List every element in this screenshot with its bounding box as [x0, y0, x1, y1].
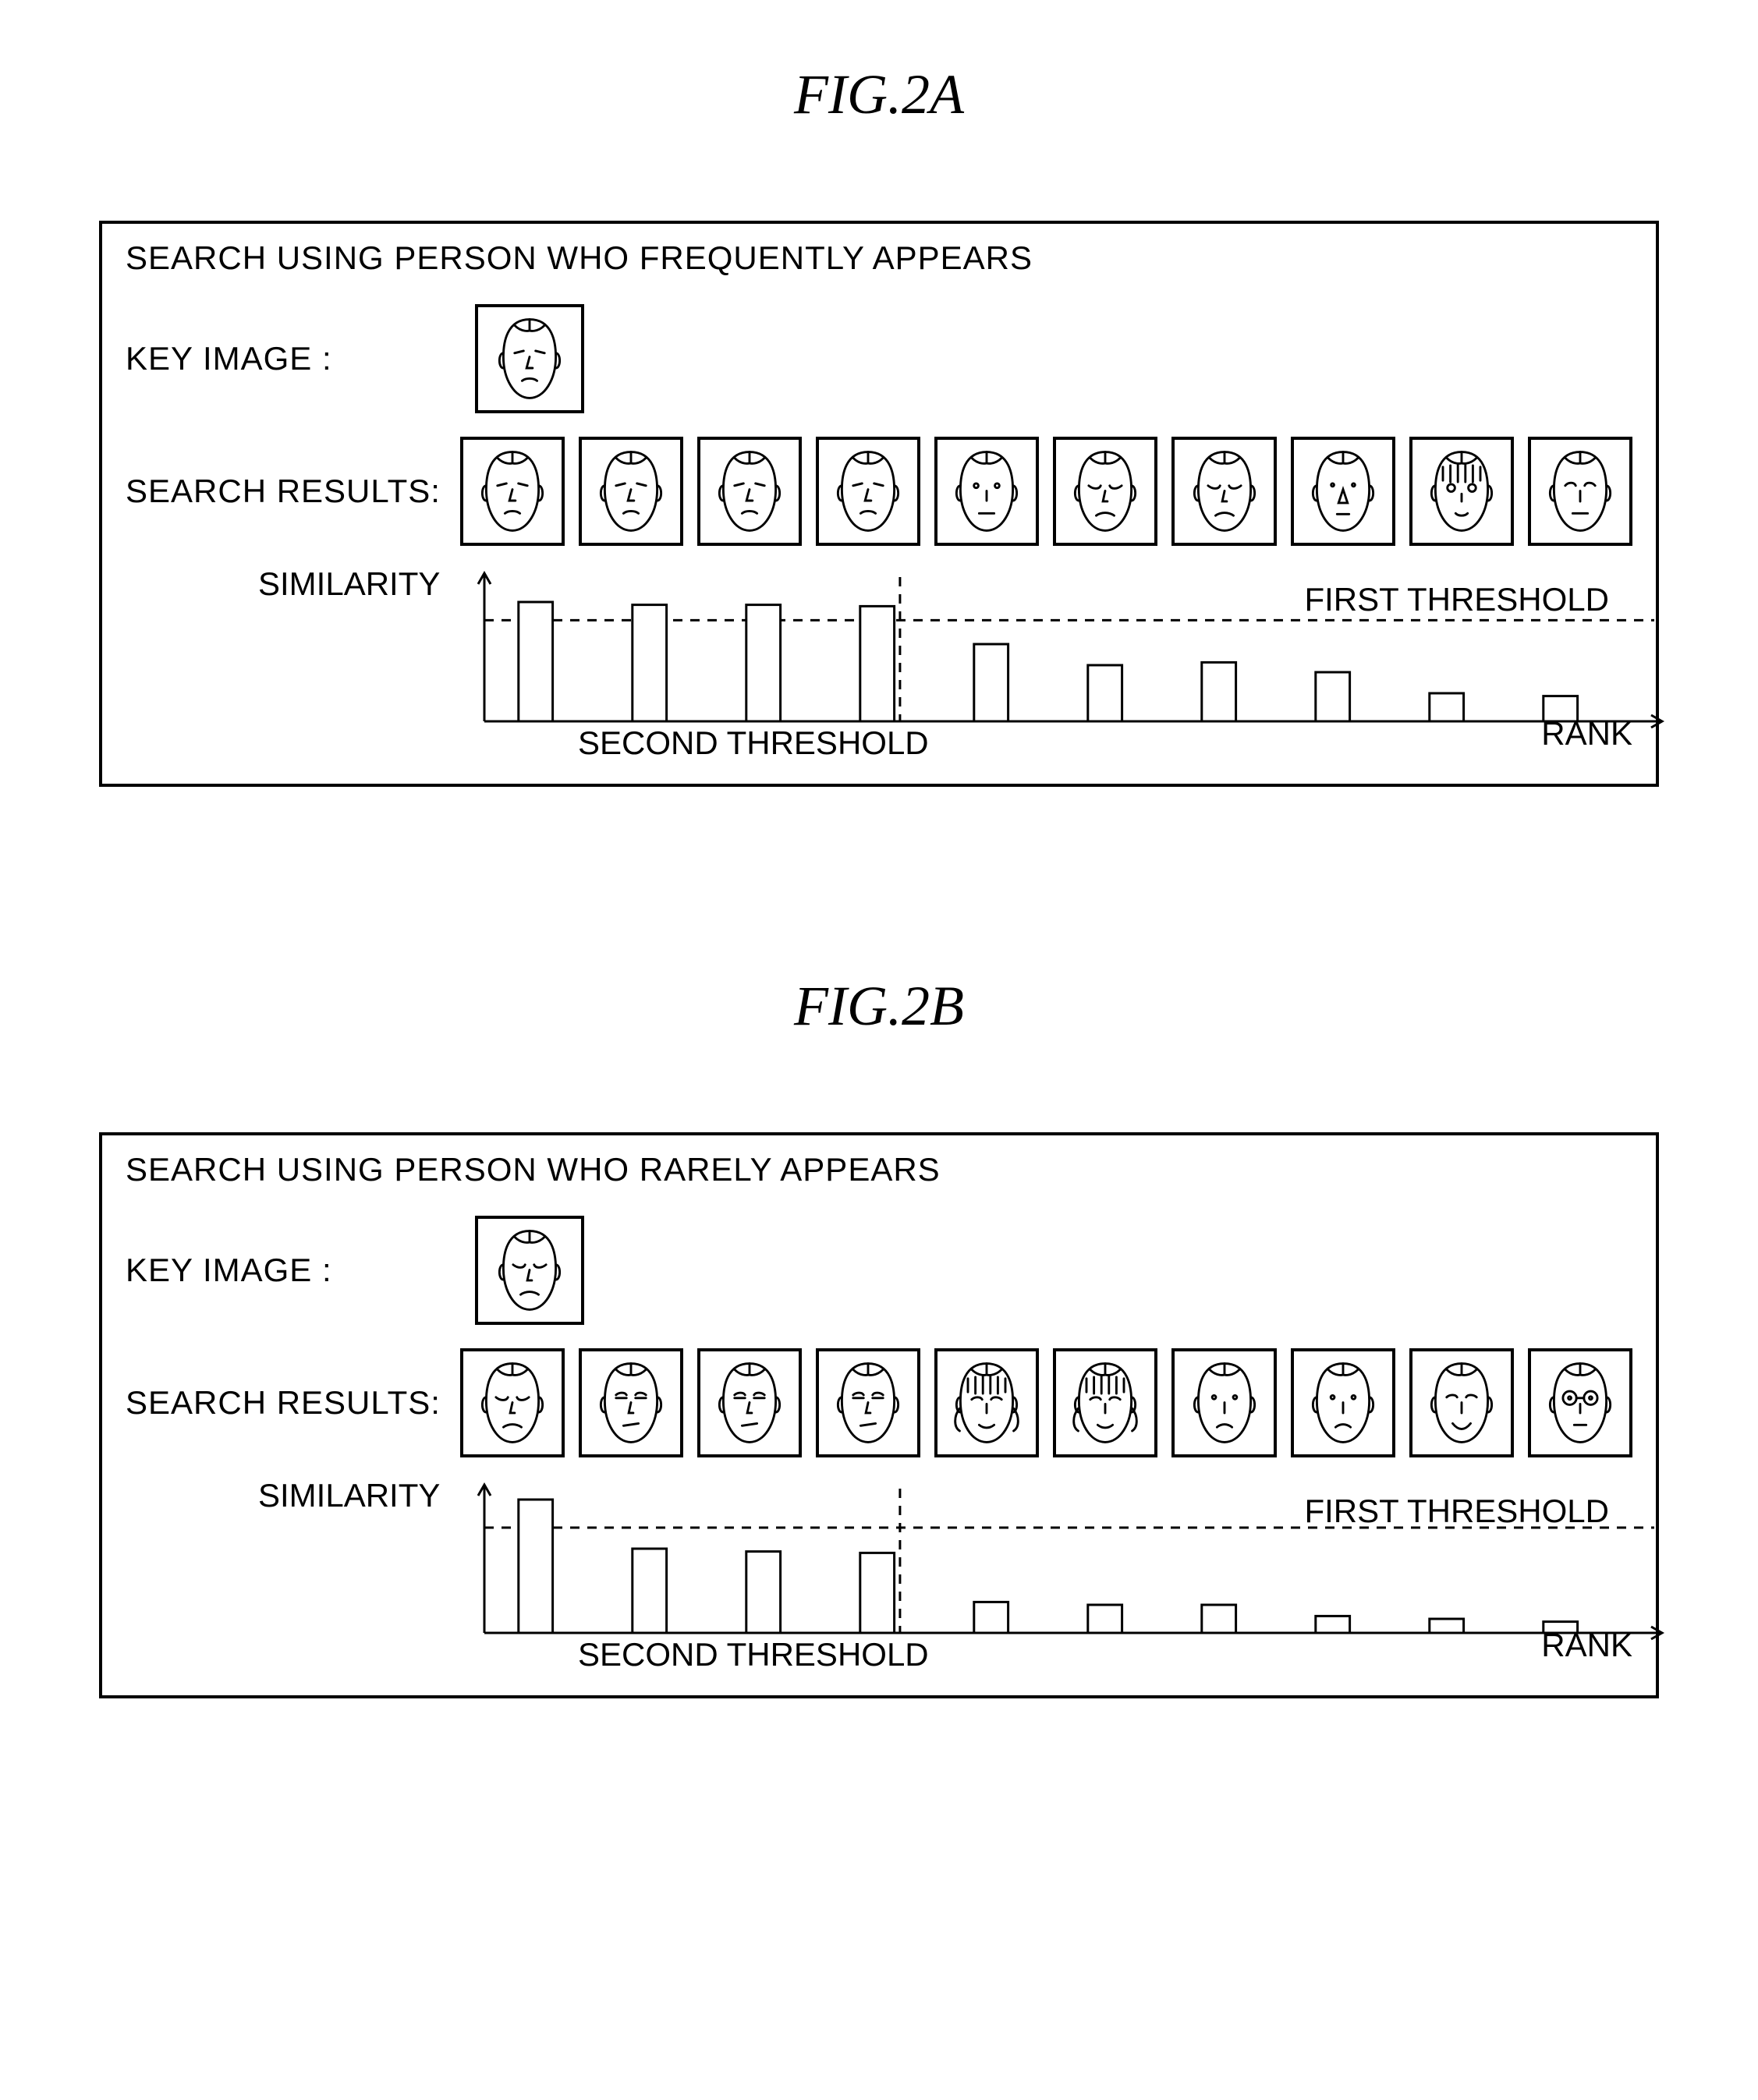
- key-face-2b: [475, 1216, 584, 1325]
- label-similarity-2a: SIMILARITY: [258, 565, 440, 603]
- result-face: [1291, 437, 1395, 546]
- result-face: [1171, 1348, 1276, 1457]
- label-search-results-2a: SEARCH RESULTS:: [126, 473, 446, 510]
- figure-title-2a: FIG.2A: [62, 62, 1696, 127]
- panel-title-2b: SEARCH USING PERSON WHO RARELY APPEARS: [126, 1151, 1632, 1188]
- label-key-image-2b: KEY IMAGE :: [126, 1252, 461, 1289]
- row-search-results-2b: SEARCH RESULTS:: [126, 1337, 1632, 1469]
- result-face: [579, 437, 683, 546]
- result-face: [460, 437, 565, 546]
- label-rank-2b: RANK: [1541, 1627, 1632, 1664]
- label-rank-2a: RANK: [1541, 715, 1632, 753]
- result-face: [579, 1348, 683, 1457]
- result-face: [1409, 1348, 1514, 1457]
- result-face: [1528, 1348, 1632, 1457]
- row-key-image-2b: KEY IMAGE :: [126, 1204, 1632, 1337]
- chart-2a: SIMILARITY FIRST THRESHOLD RANK SECOND T…: [126, 565, 1632, 753]
- result-face: [1291, 1348, 1395, 1457]
- result-face: [460, 1348, 565, 1457]
- panel-2b: SEARCH USING PERSON WHO RARELY APPEARS K…: [99, 1132, 1659, 1698]
- result-face: [697, 437, 802, 546]
- chart-2b: SIMILARITY FIRST THRESHOLD RANK SECOND T…: [126, 1477, 1632, 1664]
- result-face: [697, 1348, 802, 1457]
- row-key-image-2a: KEY IMAGE :: [126, 292, 1632, 425]
- result-face: [1171, 437, 1276, 546]
- result-face: [1053, 1348, 1157, 1457]
- panel-title-2a: SEARCH USING PERSON WHO FREQUENTLY APPEA…: [126, 239, 1632, 277]
- result-face: [816, 437, 920, 546]
- result-face: [1409, 437, 1514, 546]
- result-face: [934, 1348, 1039, 1457]
- label-second-threshold-2b: SECOND THRESHOLD: [578, 1636, 929, 1673]
- result-face: [816, 1348, 920, 1457]
- panel-2a: SEARCH USING PERSON WHO FREQUENTLY APPEA…: [99, 221, 1659, 787]
- label-first-threshold-2a: FIRST THRESHOLD: [1304, 581, 1609, 618]
- result-face: [1528, 437, 1632, 546]
- label-first-threshold-2b: FIRST THRESHOLD: [1304, 1493, 1609, 1530]
- result-face: [1053, 437, 1157, 546]
- result-face: [934, 437, 1039, 546]
- label-search-results-2b: SEARCH RESULTS:: [126, 1384, 446, 1422]
- key-face-2a: [475, 304, 584, 413]
- figure-title-2b: FIG.2B: [62, 974, 1696, 1039]
- label-key-image-2a: KEY IMAGE :: [126, 340, 461, 377]
- label-second-threshold-2a: SECOND THRESHOLD: [578, 724, 929, 762]
- label-similarity-2b: SIMILARITY: [258, 1477, 440, 1514]
- row-search-results-2a: SEARCH RESULTS:: [126, 425, 1632, 558]
